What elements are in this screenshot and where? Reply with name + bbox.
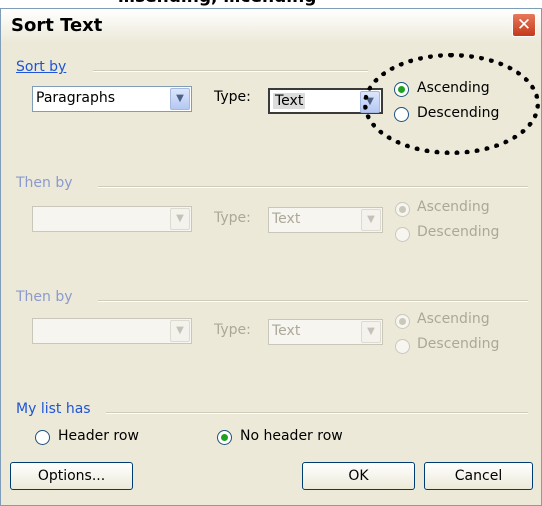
then-by-2-field-select[interactable]: ▼ xyxy=(32,318,192,344)
then-by-2-descending-label[interactable]: Descending xyxy=(417,336,499,352)
then-by-2-type-label: Type: xyxy=(214,322,251,338)
close-icon: ✕ xyxy=(516,15,532,35)
sort-by-field-value: Paragraphs xyxy=(36,90,116,106)
title-bar: Sort Text ✕ xyxy=(1,9,541,43)
sort-by-field-select[interactable]: Paragraphs ▼ xyxy=(32,86,192,112)
then-by-2-type-value: Text xyxy=(272,323,301,339)
then-by-1-field-select[interactable]: ▼ xyxy=(32,206,192,232)
then-by-2-label: Then by xyxy=(16,289,73,305)
header-row-radio[interactable] xyxy=(35,430,50,445)
no-header-row-radio[interactable] xyxy=(217,430,232,445)
then-by-1-label: Then by xyxy=(16,175,73,191)
cancel-button[interactable]: Cancel xyxy=(424,462,533,490)
dialog-title: Sort Text xyxy=(11,15,103,36)
then-by-1-ascending-radio[interactable] xyxy=(395,202,410,217)
chevron-down-icon[interactable]: ▼ xyxy=(170,320,190,342)
ok-button[interactable]: OK xyxy=(302,462,415,490)
then-by-2-type-select[interactable]: Text ▼ xyxy=(268,319,383,345)
chevron-down-icon[interactable]: ▼ xyxy=(361,321,381,343)
clipped-caption-strip: …sending, …cending xyxy=(0,0,542,8)
then-by-1-type-label: Type: xyxy=(214,210,251,226)
then-by-2-ascending-label[interactable]: Ascending xyxy=(417,311,490,327)
then-by-2-descending-radio[interactable] xyxy=(395,339,410,354)
sort-text-dialog: Sort Text ✕ Sort by Paragraphs ▼ Type: T… xyxy=(0,8,542,506)
chevron-down-icon[interactable]: ▼ xyxy=(361,209,381,231)
header-row-label[interactable]: Header row xyxy=(58,428,139,444)
then-by-1-descending-label[interactable]: Descending xyxy=(417,224,499,240)
chevron-down-icon[interactable]: ▼ xyxy=(170,88,190,110)
then-by-1-type-value: Text xyxy=(272,211,301,227)
sort-by-label: Sort by xyxy=(16,59,66,75)
no-header-row-label[interactable]: No header row xyxy=(240,428,343,444)
then-by-2-ascending-radio[interactable] xyxy=(395,314,410,329)
then-by-2-divider xyxy=(98,300,528,302)
then-by-1-divider xyxy=(98,186,528,188)
then-by-1-descending-radio[interactable] xyxy=(395,227,410,242)
options-button[interactable]: Options... xyxy=(10,462,133,490)
my-list-has-divider xyxy=(106,412,528,414)
then-by-1-type-select[interactable]: Text ▼ xyxy=(268,207,383,233)
sort-by-label-text: Sort by xyxy=(16,59,67,75)
then-by-1-ascending-label[interactable]: Ascending xyxy=(417,199,490,215)
chevron-down-icon[interactable]: ▼ xyxy=(170,208,190,230)
sort-by-type-value: Text xyxy=(273,93,306,109)
clipped-caption: …sending, …cending xyxy=(118,0,316,7)
my-list-has-label: My list has xyxy=(16,401,91,417)
sort-by-divider xyxy=(93,70,368,72)
sort-by-type-label: Type: xyxy=(214,89,251,105)
annotation-ellipse xyxy=(363,53,540,155)
close-button[interactable]: ✕ xyxy=(512,13,536,37)
